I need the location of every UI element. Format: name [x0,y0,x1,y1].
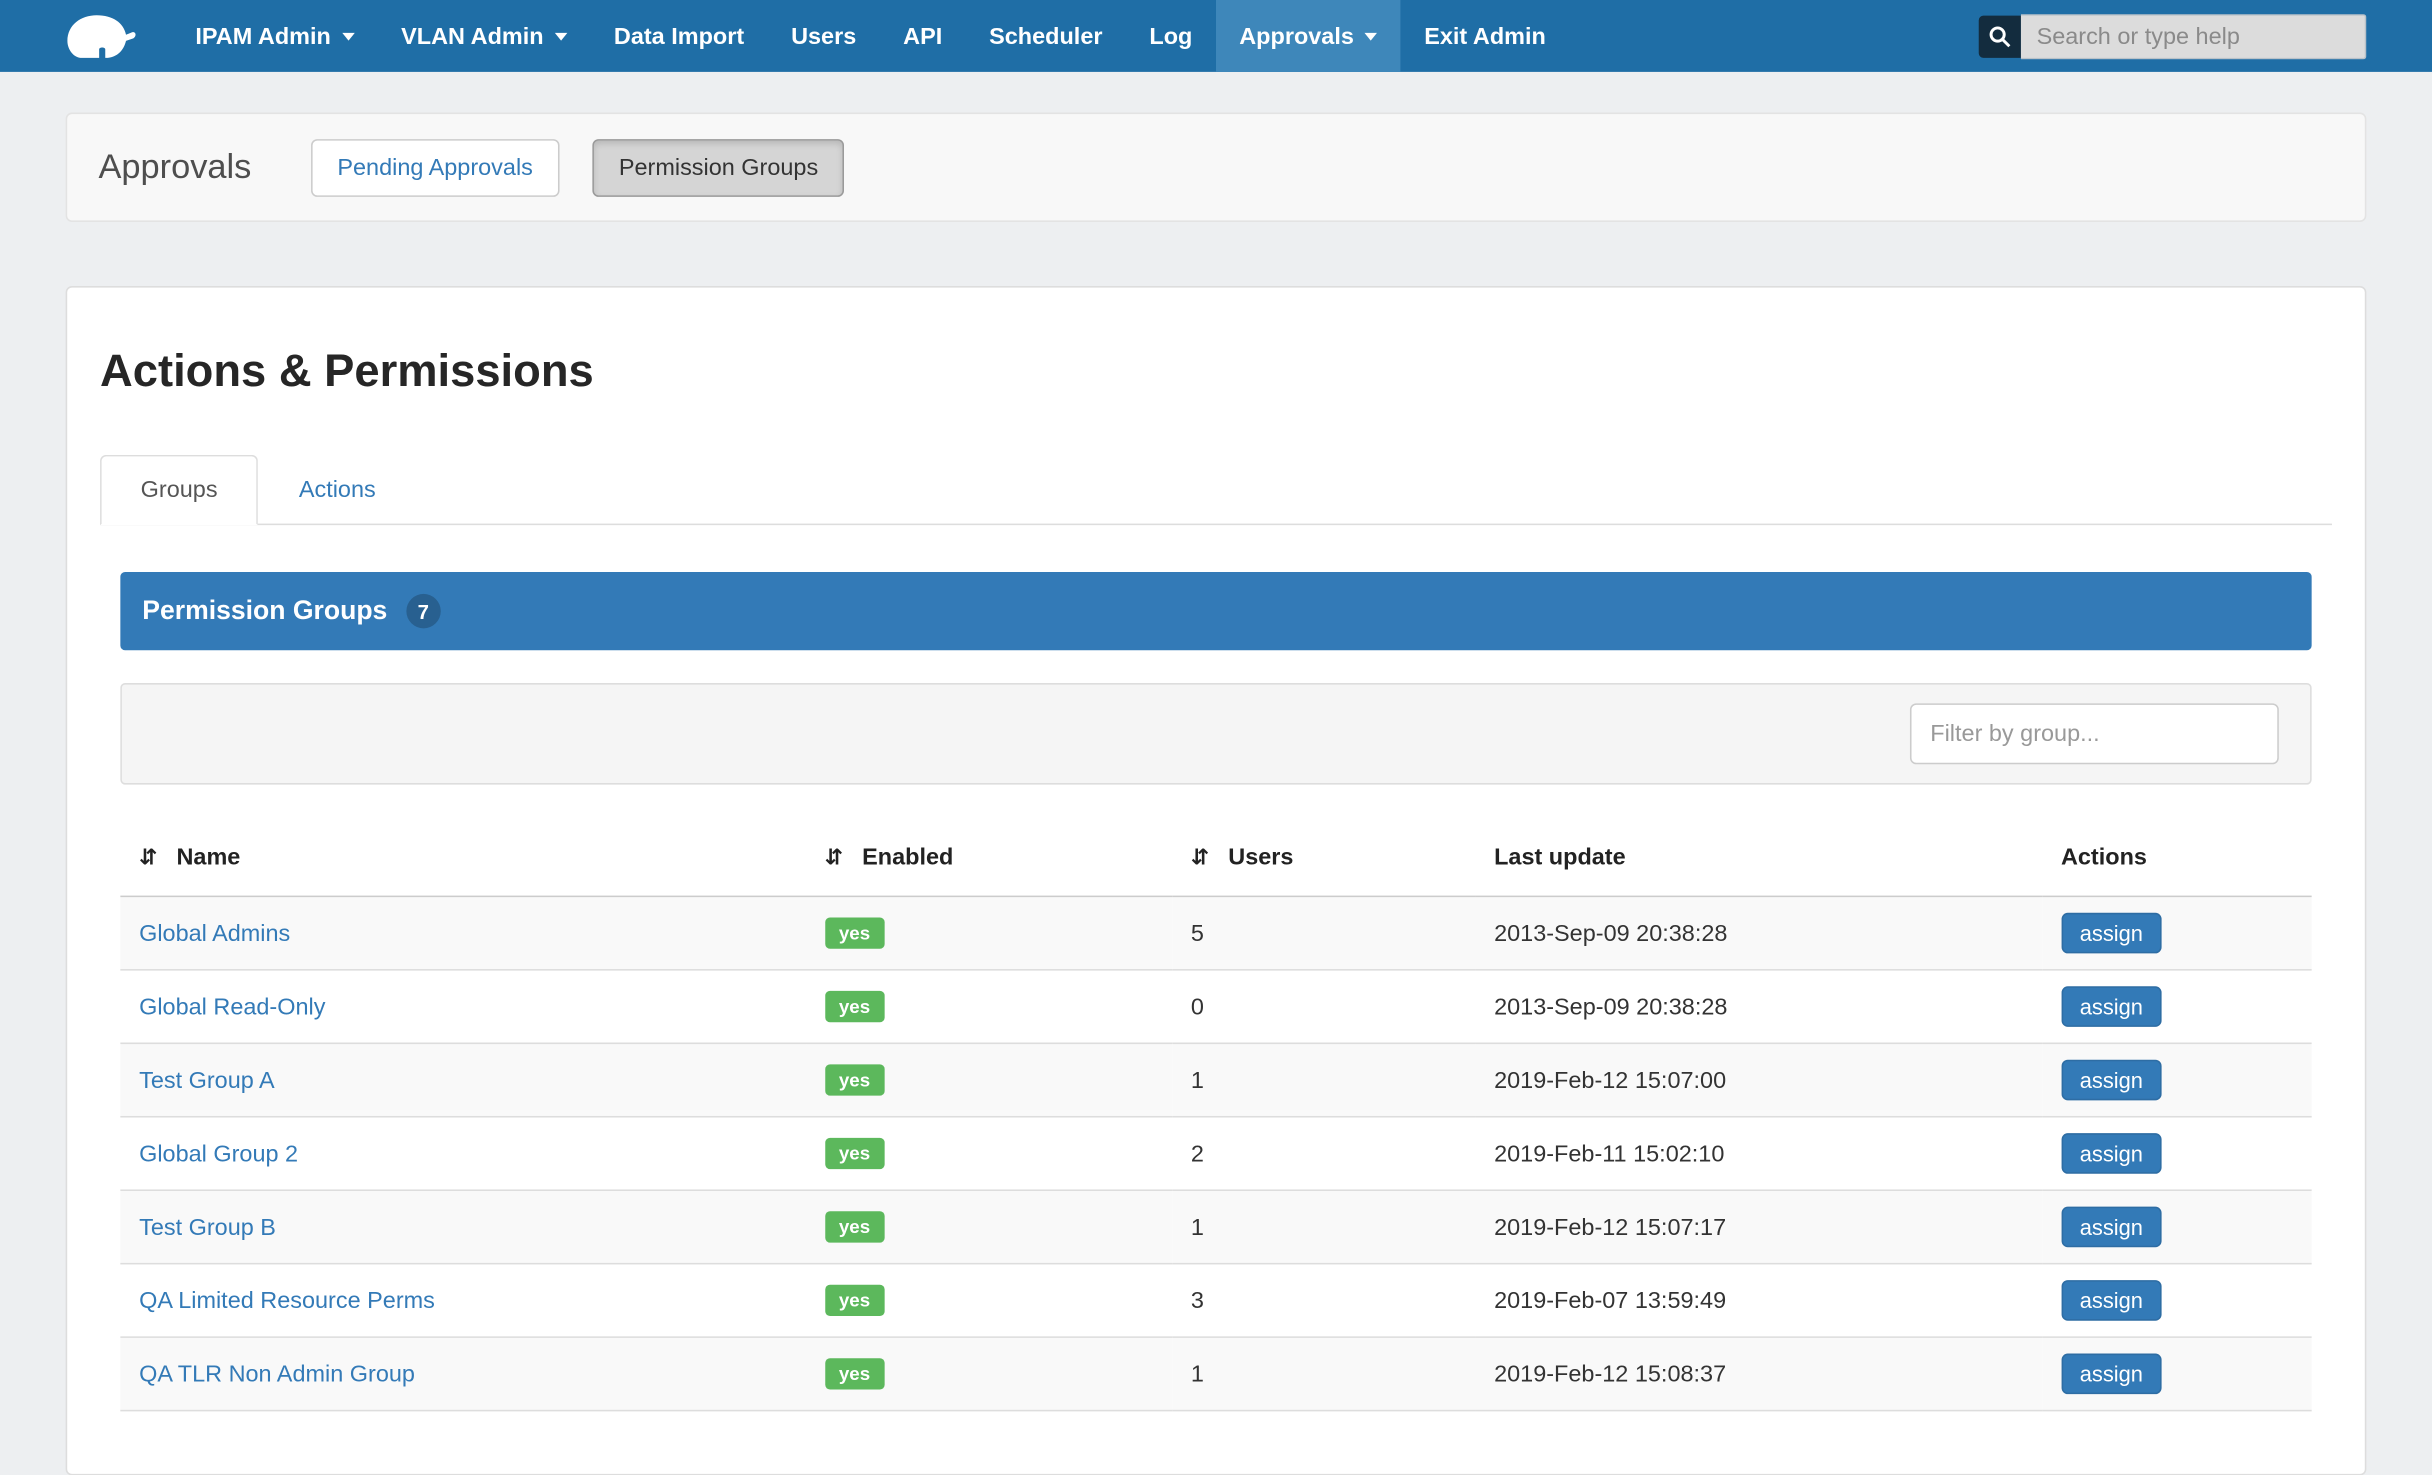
sort-icon[interactable]: ⇵ [139,844,157,869]
nav-item-data-import[interactable]: Data Import [590,0,767,72]
group-name-link[interactable]: Test Group A [139,1067,275,1094]
filter-toolbar [120,683,2311,785]
caret-down-icon [1365,32,1378,40]
nav-item-label: Scheduler [989,23,1102,50]
permission-groups-button[interactable]: Permission Groups [592,138,844,196]
nav-search [1979,0,2432,72]
nav-item-api[interactable]: API [880,0,966,72]
pending-approvals-button[interactable]: Pending Approvals [311,138,560,196]
col-header-last-update: Last update [1475,819,2042,896]
nav-item-label: Approvals [1239,23,1354,50]
enabled-badge: yes [825,991,884,1022]
nav-menu: IPAM Admin VLAN Admin Data Import Users API S… [172,0,1569,72]
table-row: Global Read-Only yes 0 2013-Sep-09 20:38… [120,970,2311,1043]
nav-item-label: VLAN Admin [401,23,543,50]
enabled-badge: yes [825,1358,884,1389]
enabled-badge: yes [825,1211,884,1242]
phpipam-logo [0,0,172,72]
table-row: Test Group B yes 1 2019-Feb-12 15:07:17 … [120,1190,2311,1263]
last-update: 2019-Feb-12 15:08:37 [1475,1337,2042,1410]
tab-bar: Groups Actions [100,455,2332,525]
group-name-link[interactable]: Global Read-Only [139,993,325,1020]
users-count: 1 [1172,1043,1475,1116]
mammoth-logo-icon [63,6,141,65]
nav-item-label: Data Import [614,23,744,50]
nav-item-exit-admin[interactable]: Exit Admin [1401,0,1569,72]
col-header-users[interactable]: Users [1228,844,1293,871]
tab-actions[interactable]: Actions [258,455,416,525]
search-icon[interactable] [1979,15,2021,57]
page-title: Actions & Permissions [100,347,2332,399]
assign-button[interactable]: assign [2061,1280,2162,1321]
users-count: 0 [1172,970,1475,1043]
group-count-badge: 7 [406,594,440,628]
nav-item-ipam-admin[interactable]: IPAM Admin [172,0,378,72]
table-row: Global Group 2 yes 2 2019-Feb-11 15:02:1… [120,1117,2311,1190]
col-header-enabled[interactable]: Enabled [862,844,953,871]
users-count: 1 [1172,1190,1475,1263]
top-navbar: IPAM Admin VLAN Admin Data Import Users API S… [0,0,2432,72]
group-name-link[interactable]: QA Limited Resource Perms [139,1287,435,1314]
col-header-name[interactable]: Name [176,844,240,871]
enabled-badge: yes [825,1138,884,1169]
permission-groups-table: ⇵ Name ⇵ Enabled ⇵ Users Last update Act… [120,819,2311,1411]
table-row: Test Group A yes 1 2019-Feb-12 15:07:00 … [120,1043,2311,1116]
permission-groups-header: Permission Groups 7 [120,572,2311,650]
groups-panel: Permission Groups 7 ⇵ Name ⇵ Enabled [120,572,2311,1411]
assign-button[interactable]: assign [2061,986,2162,1027]
nav-item-label: Log [1149,23,1192,50]
nav-item-scheduler[interactable]: Scheduler [966,0,1126,72]
nav-item-approvals[interactable]: Approvals [1216,0,1401,72]
assign-button[interactable]: assign [2061,1354,2162,1395]
nav-item-users[interactable]: Users [768,0,880,72]
tab-groups[interactable]: Groups [100,455,258,525]
users-count: 3 [1172,1264,1475,1337]
filter-input[interactable] [1910,703,2279,764]
last-update: 2019-Feb-11 15:02:10 [1475,1117,2042,1190]
last-update: 2019-Feb-07 13:59:49 [1475,1264,2042,1337]
assign-button[interactable]: assign [2061,1060,2162,1101]
table-row: QA Limited Resource Perms yes 3 2019-Feb… [120,1264,2311,1337]
nav-item-label: Users [791,23,856,50]
table-header-row: ⇵ Name ⇵ Enabled ⇵ Users Last update Act… [120,819,2311,896]
users-count: 1 [1172,1337,1475,1410]
panel-title: Permission Groups [142,595,387,626]
group-name-link[interactable]: QA TLR Non Admin Group [139,1361,415,1388]
table-row: Global Admins yes 5 2013-Sep-09 20:38:28… [120,896,2311,969]
app-viewport: IPAM Admin VLAN Admin Data Import Users API S… [0,0,2432,1396]
main-card: Actions & Permissions Groups Actions Per… [66,286,2367,1475]
assign-button[interactable]: assign [2061,1207,2162,1248]
approvals-title: Approvals [98,147,251,188]
users-count: 2 [1172,1117,1475,1190]
caret-down-icon [342,32,355,40]
group-name-link[interactable]: Test Group B [139,1214,276,1241]
sort-icon[interactable]: ⇵ [1191,844,1209,869]
search-input[interactable] [2021,13,2366,58]
assign-button[interactable]: assign [2061,1133,2162,1174]
nav-item-label: API [903,23,942,50]
sort-icon[interactable]: ⇵ [825,844,843,869]
groups-table-body: Global Admins yes 5 2013-Sep-09 20:38:28… [120,896,2311,1410]
nav-item-label: IPAM Admin [195,23,330,50]
group-name-link[interactable]: Global Group 2 [139,1140,298,1167]
col-header-actions: Actions [2042,819,2311,896]
users-count: 5 [1172,896,1475,969]
nav-item-label: Exit Admin [1424,23,1546,50]
last-update: 2019-Feb-12 15:07:17 [1475,1190,2042,1263]
group-name-link[interactable]: Global Admins [139,920,290,947]
last-update: 2013-Sep-09 20:38:28 [1475,896,2042,969]
last-update: 2013-Sep-09 20:38:28 [1475,970,2042,1043]
enabled-badge: yes [825,1285,884,1316]
table-row: QA TLR Non Admin Group yes 1 2019-Feb-12… [120,1337,2311,1410]
approvals-header-panel: Approvals Pending Approvals Permission G… [66,113,2367,222]
last-update: 2019-Feb-12 15:07:00 [1475,1043,2042,1116]
nav-item-vlan-admin[interactable]: VLAN Admin [378,0,591,72]
enabled-badge: yes [825,1064,884,1095]
nav-item-log[interactable]: Log [1126,0,1216,72]
assign-button[interactable]: assign [2061,913,2162,954]
caret-down-icon [555,32,568,40]
enabled-badge: yes [825,917,884,948]
